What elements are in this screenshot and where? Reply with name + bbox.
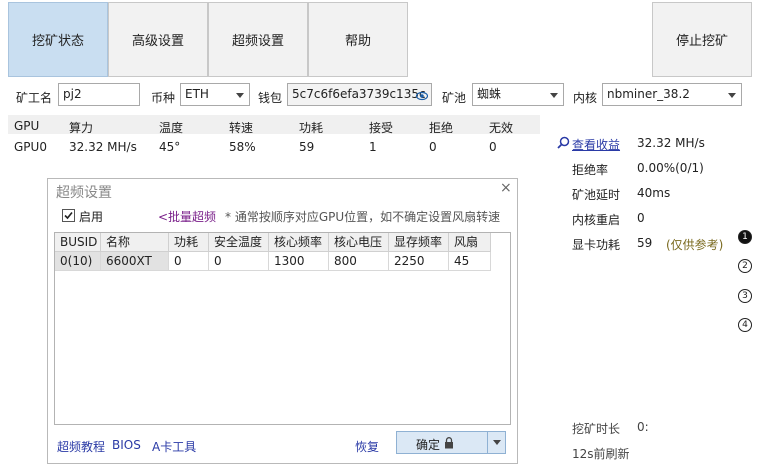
wallet-input[interactable]: 5c7c6f6efa3739c135c	[287, 83, 432, 106]
tab-overclock-settings[interactable]: 超频设置	[208, 2, 308, 77]
grid-cell[interactable]: 0	[169, 252, 209, 271]
confirm-dropdown-button[interactable]	[488, 431, 506, 454]
gpu-col-header: 拒绝	[429, 121, 454, 135]
grid-cell[interactable]: 6600XT	[101, 252, 169, 271]
page-indicator[interactable]: 4	[738, 318, 752, 332]
gpu-cell: 59	[299, 140, 315, 154]
coin-value: ETH	[185, 87, 209, 101]
grid-col-header: 核心频率	[269, 233, 329, 252]
gpu-cell: 32.32 MH/s	[69, 140, 137, 154]
gpu-power-note: (仅供参考)	[666, 238, 724, 252]
tab-advanced-settings[interactable]: 高级设置	[108, 2, 208, 77]
coin-label: 币种	[151, 91, 176, 105]
grid-col-header: 核心电压	[329, 233, 389, 252]
miner-name-input[interactable]: pj2	[58, 83, 140, 106]
kernel-label: 内核	[573, 91, 598, 105]
kernel-value: nbminer_38.2	[607, 87, 690, 101]
grid-col-header: 功耗	[169, 233, 209, 252]
grid-cell[interactable]: 1300	[269, 252, 329, 271]
grid-cell[interactable]: 800	[329, 252, 389, 271]
tab-label: 挖矿状态	[31, 34, 84, 49]
search-icon[interactable]	[557, 136, 570, 152]
hashrate-value: 32.32 MH/s	[637, 136, 705, 150]
gpu-col-header: 转速	[229, 121, 254, 135]
grid-col-header: 风扇	[449, 233, 491, 252]
wallet-value: 5c7c6f6efa3739c135c	[292, 87, 426, 101]
tab-label: 高级设置	[131, 34, 184, 49]
grid-col-header: 显存频率	[389, 233, 449, 252]
chevron-down-icon	[493, 440, 501, 445]
enable-checkbox[interactable]	[62, 209, 75, 222]
kernel-select[interactable]: nbminer_38.2	[602, 83, 742, 106]
grid-cell[interactable]: 0	[209, 252, 269, 271]
refresh-status: 12s前刷新	[572, 447, 630, 461]
gpu-cell: 0	[429, 140, 437, 154]
grid-cell[interactable]: 0(10)	[55, 252, 101, 271]
gpu-col-header: GPU	[14, 119, 40, 133]
page-indicator[interactable]: 3	[738, 289, 752, 303]
grid-cell[interactable]: 45	[449, 252, 491, 271]
lock-icon	[444, 437, 454, 452]
gpu-col-header: 温度	[159, 121, 184, 135]
miner-name-label: 矿工名	[16, 91, 53, 105]
tab-help[interactable]: 帮助	[308, 2, 408, 77]
pool-select[interactable]: 蜘蛛	[472, 83, 564, 106]
view-earnings-link[interactable]: 查看收益	[572, 136, 620, 153]
overclock-tutorial-link[interactable]: 超频教程	[57, 438, 105, 455]
page-indicator[interactable]: 2	[738, 259, 752, 273]
mining-time-label: 挖矿时长	[572, 422, 621, 436]
gpu-power-label: 显卡功耗	[572, 238, 621, 252]
coin-select[interactable]: ETH	[180, 83, 250, 106]
kernel-restart-label: 内核重启	[572, 213, 621, 227]
overclock-grid: BUSID 名称 功耗 安全温度 核心频率 核心电压 显存频率 风扇 0(10)…	[54, 232, 511, 425]
chevron-down-icon	[236, 93, 244, 98]
kernel-restart-value: 0	[637, 211, 645, 225]
enable-label: 启用	[79, 210, 104, 224]
dialog-title: 超频设置	[56, 185, 112, 201]
chevron-down-icon	[728, 93, 736, 98]
gpu-cell: 45°	[159, 140, 181, 154]
eye-icon[interactable]	[415, 88, 429, 105]
bios-link[interactable]: BIOS	[112, 438, 141, 452]
gpu-col-header: 无效	[489, 121, 514, 135]
confirm-button[interactable]: 确定	[396, 431, 488, 454]
mining-time-value: 0:	[637, 420, 649, 434]
pool-latency-label: 矿池延时	[572, 188, 621, 202]
tab-label: 帮助	[344, 34, 371, 49]
stop-mining-label: 停止挖矿	[675, 34, 728, 49]
overclock-dialog: 超频设置 × 启用 <批量超频 * 通常按顺序对应GPU位置，如不确定设置风扇转…	[47, 178, 518, 464]
batch-overclock-link[interactable]: <批量超频	[158, 208, 216, 225]
gpu-col-header: 算力	[69, 121, 94, 135]
gpu-power-value: 59	[637, 236, 653, 250]
gpu-cell: 0	[489, 140, 497, 154]
page-indicator[interactable]: 1	[738, 230, 752, 244]
pool-value: 蜘蛛	[477, 87, 502, 101]
grid-col-header: 安全温度	[209, 233, 269, 252]
grid-cell[interactable]: 2250	[389, 252, 449, 271]
gpu-cell: GPU0	[14, 140, 47, 154]
wallet-label: 钱包	[258, 91, 283, 105]
gpu-cell: 1	[369, 140, 377, 154]
chevron-down-icon	[550, 93, 558, 98]
tab-mining-status[interactable]: 挖矿状态	[8, 2, 108, 77]
reject-rate-label: 拒绝率	[572, 163, 609, 177]
gpu-cell: 58%	[229, 140, 256, 154]
gpu-col-header: 接受	[369, 121, 394, 135]
restore-link[interactable]: 恢复	[355, 438, 379, 455]
close-icon[interactable]: ×	[500, 180, 512, 196]
pool-latency-value: 40ms	[637, 186, 671, 200]
pool-label: 矿池	[442, 91, 467, 105]
stop-mining-button[interactable]: 停止挖矿	[652, 2, 752, 77]
overclock-note: * 通常按顺序对应GPU位置，如不确定设置风扇转速	[225, 210, 501, 224]
gpu-col-header: 功耗	[299, 121, 324, 135]
grid-col-header: BUSID	[55, 233, 101, 252]
tab-label: 超频设置	[231, 34, 284, 49]
acard-tool-link[interactable]: A卡工具	[152, 438, 196, 455]
reject-rate-value: 0.00%(0/1)	[637, 161, 704, 175]
grid-col-header: 名称	[101, 233, 169, 252]
confirm-label: 确定	[416, 438, 441, 452]
